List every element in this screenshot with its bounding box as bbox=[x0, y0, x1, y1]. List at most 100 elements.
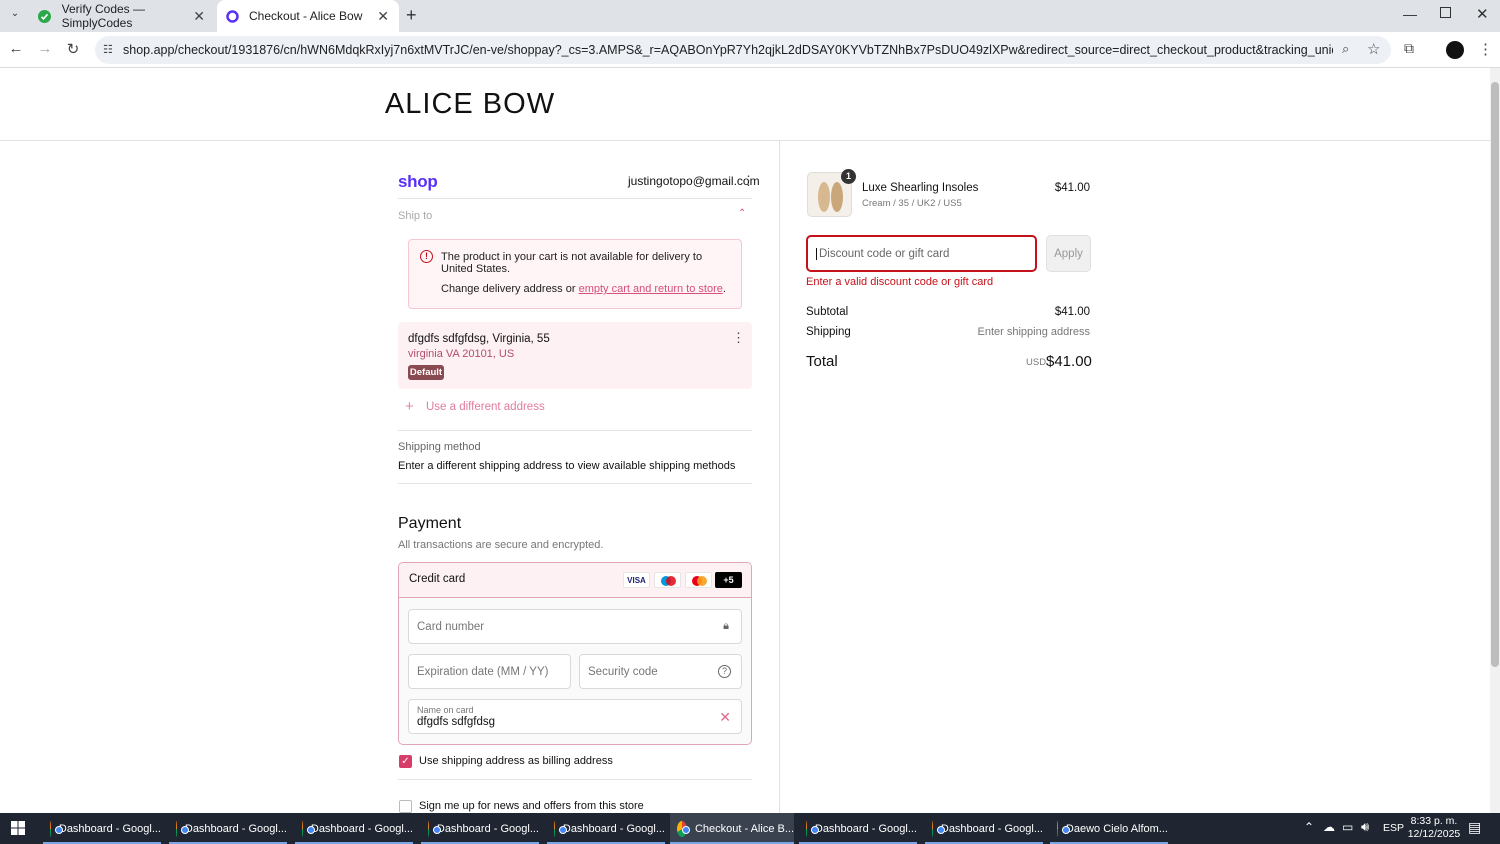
restore-icon[interactable] bbox=[1440, 7, 1451, 18]
account-menu-icon[interactable]: ⋮ bbox=[742, 173, 755, 189]
taskbar-item-label: Dashboard - Googl... bbox=[814, 822, 917, 835]
quantity-badge: 1 bbox=[841, 169, 856, 184]
security-code-field[interactable]: Security code? bbox=[579, 654, 742, 689]
clear-icon[interactable]: ✕ bbox=[719, 709, 731, 726]
close-tab-icon[interactable]: ✕ bbox=[377, 8, 389, 25]
chrome-icon bbox=[554, 820, 566, 837]
divider bbox=[398, 483, 752, 484]
taskbar-item[interactable]: Dashboard - Googl... bbox=[799, 813, 917, 844]
tray-chevron-icon[interactable]: ⌃ bbox=[1304, 820, 1314, 834]
security-code-placeholder: Security code bbox=[588, 665, 658, 678]
apply-button[interactable]: Apply bbox=[1046, 235, 1091, 272]
network-icon[interactable]: ▭ bbox=[1342, 820, 1353, 834]
store-logo[interactable]: ALICE BOW bbox=[360, 88, 580, 121]
clock[interactable]: 8:33 p. m. 12/12/2025 bbox=[1404, 815, 1464, 841]
minimize-icon[interactable]: — bbox=[1403, 6, 1417, 22]
chrome-icon bbox=[1057, 820, 1069, 837]
subtotal-label: Subtotal bbox=[806, 306, 849, 318]
column-divider bbox=[779, 141, 780, 813]
tab-search-icon[interactable]: ⌄ bbox=[6, 8, 24, 24]
tab-title: Checkout - Alice Bow bbox=[249, 9, 363, 23]
billing-checkbox[interactable]: ✓ bbox=[399, 755, 412, 768]
maestro-icon bbox=[654, 572, 681, 588]
credit-card-label: Credit card bbox=[409, 573, 466, 585]
site-info-icon[interactable]: ☷ bbox=[103, 43, 113, 56]
close-window-icon[interactable]: ✕ bbox=[1476, 5, 1489, 23]
taskbar-item-label: Dashboard - Googl... bbox=[58, 822, 161, 835]
error-action-suffix: . bbox=[722, 283, 726, 295]
help-icon[interactable]: ? bbox=[718, 665, 731, 678]
address-menu-icon[interactable]: ⋮ bbox=[732, 330, 745, 346]
name-on-card-field[interactable]: Name on card dfgdfs sdfgfdsg ✕ bbox=[408, 699, 742, 734]
taskbar-item[interactable]: Dashboard - Googl... bbox=[547, 813, 665, 844]
taskbar-item[interactable]: Daewo Cielo Alfom... bbox=[1050, 813, 1168, 844]
taskbar-item-label: Dashboard - Googl... bbox=[184, 822, 287, 835]
card-number-field[interactable]: Card number 🔒︎ bbox=[408, 609, 742, 644]
taskbar-item[interactable]: Dashboard - Googl... bbox=[295, 813, 413, 844]
currency-code: USD bbox=[1026, 357, 1047, 368]
tab-checkout[interactable]: Checkout - Alice Bow ✕ bbox=[217, 0, 399, 32]
name-on-card-label: Name on card bbox=[417, 705, 474, 715]
taskbar-item-label: Daewo Cielo Alfom... bbox=[1065, 822, 1168, 835]
shipping-method-label: Shipping method bbox=[398, 441, 481, 453]
taskbar-item-label: Dashboard - Googl... bbox=[310, 822, 413, 835]
product-price: $41.00 bbox=[1054, 182, 1090, 194]
taskbar-item[interactable]: Dashboard - Googl... bbox=[925, 813, 1043, 844]
payment-title: Payment bbox=[398, 515, 462, 532]
taskbar-item-label: Checkout - Alice B... bbox=[694, 822, 794, 835]
forward-icon[interactable]: → bbox=[35, 40, 55, 57]
taskbar-item[interactable]: Dashboard - Googl... bbox=[421, 813, 539, 844]
shop-favicon-icon bbox=[225, 9, 239, 23]
newsletter-checkbox[interactable] bbox=[399, 800, 412, 813]
chrome-icon bbox=[176, 820, 188, 837]
chrome-icon bbox=[806, 820, 818, 837]
chrome-icon bbox=[50, 820, 62, 837]
payment-subtitle: All transactions are secure and encrypte… bbox=[398, 539, 604, 551]
reload-icon[interactable]: ↻ bbox=[63, 40, 83, 58]
more-brands-badge: +5 bbox=[715, 572, 742, 588]
error-icon: ! bbox=[420, 250, 433, 263]
shipping-value: Enter shipping address bbox=[977, 326, 1090, 338]
discount-error: Enter a valid discount code or gift card bbox=[806, 276, 994, 288]
tab-verify-codes[interactable]: Verify Codes — SimplyCodes ✕ bbox=[30, 0, 215, 32]
default-badge: Default bbox=[408, 365, 444, 380]
shop-logo: shop bbox=[398, 172, 438, 191]
plus-icon: + bbox=[405, 398, 414, 415]
chrome-icon bbox=[677, 820, 690, 837]
browser-menu-icon[interactable]: ⋮ bbox=[1478, 40, 1493, 58]
taskbar-item[interactable]: Dashboard - Googl... bbox=[169, 813, 287, 844]
bookmark-star-icon[interactable]: ☆ bbox=[1367, 40, 1380, 58]
volume-icon[interactable]: 🔊︎ bbox=[1361, 819, 1369, 835]
zoom-icon[interactable]: ⌕ bbox=[1342, 41, 1349, 57]
discount-code-input[interactable]: Discount code or gift card bbox=[806, 235, 1037, 272]
use-different-address-link[interactable]: Use a different address bbox=[426, 401, 545, 413]
chevron-up-icon[interactable]: ⌃ bbox=[738, 208, 746, 219]
taskbar-item-active[interactable]: Checkout - Alice B... bbox=[670, 813, 794, 844]
empty-cart-link[interactable]: empty cart and return to store bbox=[579, 283, 723, 295]
simplycodes-favicon-icon bbox=[38, 9, 52, 23]
windows-start-icon[interactable] bbox=[11, 821, 25, 835]
language-indicator[interactable]: ESP bbox=[1383, 822, 1404, 834]
chrome-icon bbox=[302, 820, 314, 837]
address-bar[interactable]: ☷ shop.app/checkout/1931876/cn/hWN6MdqkR… bbox=[95, 36, 1391, 64]
new-tab-button[interactable]: + bbox=[406, 5, 417, 26]
address-line: virginia VA 20101, US bbox=[408, 348, 515, 360]
expiration-date-field[interactable]: Expiration date (MM / YY) bbox=[408, 654, 571, 689]
error-action-prefix: Change delivery address or bbox=[441, 283, 579, 295]
extensions-icon[interactable]: ⧉ bbox=[1404, 40, 1422, 58]
chrome-icon bbox=[428, 820, 440, 837]
url-text: shop.app/checkout/1931876/cn/hWN6MdqkRxI… bbox=[123, 43, 1333, 57]
taskbar-item-label: Dashboard - Googl... bbox=[562, 822, 665, 835]
clock-time: 8:33 p. m. bbox=[1410, 815, 1458, 827]
mastercard-icon bbox=[685, 572, 712, 588]
divider bbox=[398, 198, 752, 199]
shipping-method-text: Enter a different shipping address to vi… bbox=[398, 460, 736, 472]
notifications-icon[interactable]: ▤ bbox=[1468, 819, 1481, 836]
back-icon[interactable]: ← bbox=[6, 40, 26, 57]
lock-icon: 🔒︎ bbox=[723, 620, 729, 632]
cloud-icon[interactable]: ☁ bbox=[1323, 820, 1335, 834]
profile-avatar[interactable] bbox=[1446, 41, 1464, 59]
taskbar-item[interactable]: Dashboard - Googl... bbox=[43, 813, 161, 844]
close-tab-icon[interactable]: ✕ bbox=[193, 8, 205, 25]
scrollbar-thumb[interactable] bbox=[1491, 82, 1499, 667]
